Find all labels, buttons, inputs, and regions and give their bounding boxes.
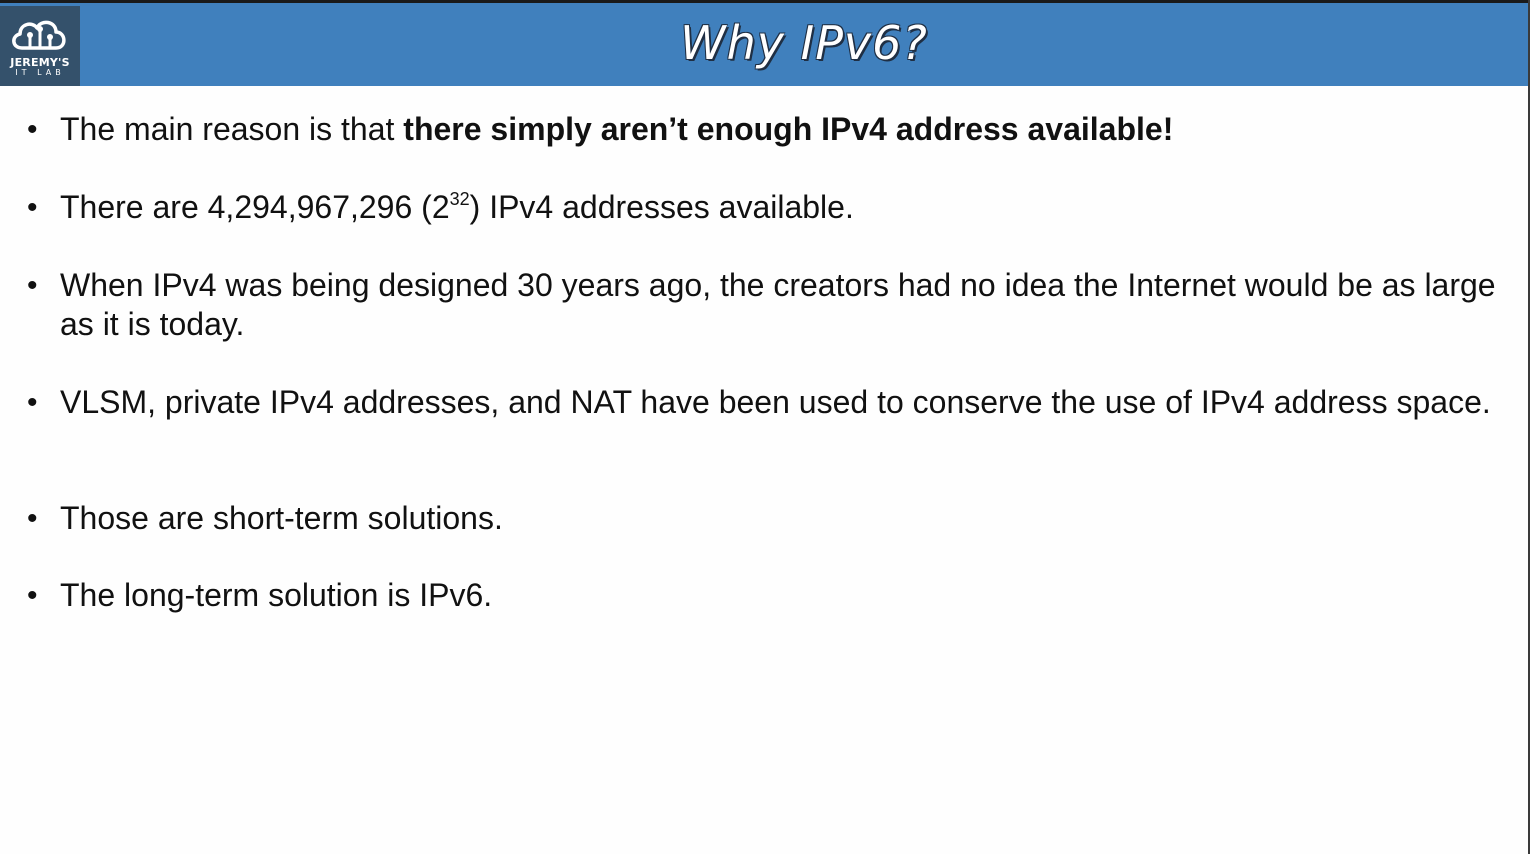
bullet-item: • When IPv4 was being designed 30 years … — [27, 266, 1500, 344]
logo-subtext: IT LAB — [15, 68, 65, 77]
bullet-item: • There are 4,294,967,296 (232) IPv4 add… — [27, 188, 1500, 232]
slide: JEREMY'S IT LAB Why IPv6? • The main rea… — [0, 0, 1530, 854]
bullet-item: • Those are short-term solutions. — [27, 499, 1500, 538]
bullet-dot-icon: • — [27, 502, 38, 535]
bullet-item: • The main reason is that there simply a… — [27, 110, 1500, 149]
cloud-circuit-icon — [12, 20, 66, 50]
bullet-text: Those are short-term solutions. — [60, 500, 503, 536]
bullet-text: There are 4,294,967,296 (2 — [60, 189, 450, 225]
logo-text: JEREMY'S — [10, 56, 70, 69]
bullet-item: • VLSM, private IPv4 addresses, and NAT … — [27, 383, 1500, 422]
bullet-text: When IPv4 was being designed 30 years ag… — [60, 267, 1496, 342]
bullet-superscript: 32 — [449, 189, 470, 209]
slide-header: JEREMY'S IT LAB Why IPv6? — [0, 0, 1528, 89]
bullet-dot-icon: • — [27, 579, 38, 612]
bullet-dot-icon: • — [27, 269, 38, 302]
bullet-text: ) IPv4 addresses available. — [469, 189, 854, 225]
bullet-text: VLSM, private IPv4 addresses, and NAT ha… — [60, 384, 1491, 420]
bullet-text-bold: there simply aren’t enough IPv4 address … — [403, 111, 1174, 147]
bullet-item: • The long-term solution is IPv6. — [27, 576, 1500, 615]
bullet-text: The long-term solution is IPv6. — [60, 577, 493, 613]
slide-title: Why IPv6? — [680, 16, 928, 70]
bullet-dot-icon: • — [27, 191, 38, 224]
logo: JEREMY'S IT LAB — [0, 6, 80, 89]
bullet-dot-icon: • — [27, 113, 38, 146]
bullet-text: The main reason is that — [60, 111, 404, 147]
slide-content: • The main reason is that there simply a… — [0, 86, 1528, 854]
bullet-dot-icon: • — [27, 386, 38, 419]
